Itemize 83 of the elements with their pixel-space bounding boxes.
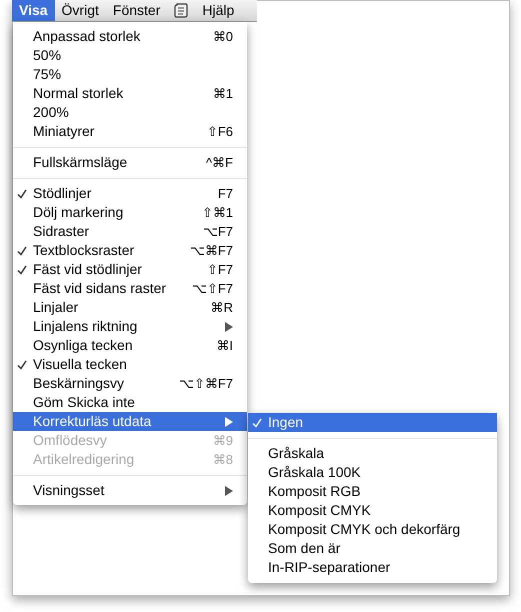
menu-bar-item[interactable]: Fönster — [106, 0, 168, 21]
menu-item[interactable]: Fäst vid sidans raster ⌥⇧F7 — [13, 279, 247, 298]
item-label: Miniatyrer — [33, 122, 94, 141]
shortcut-label: ⌥⌘F7 — [190, 242, 233, 260]
menu-bar-item[interactable]: Visa — [12, 0, 55, 21]
item-label: Gråskala — [268, 444, 324, 463]
item-label: Fäst vid sidans raster — [33, 279, 166, 298]
menu-item[interactable]: Beskärningsvy ⌥⇧⌘F7 — [13, 374, 247, 393]
shortcut-label: ⌘I — [216, 336, 233, 355]
menu-item[interactable]: Fäst vid stödlinjer ⇧F7 — [13, 260, 247, 279]
item-label: Osynliga tecken — [33, 336, 133, 355]
item-label: Artikelredigering — [33, 450, 134, 469]
item-label: Visuella tecken — [33, 355, 127, 374]
item-label: Beskärningsvy — [33, 374, 124, 393]
shortcut-label: ⌥⇧F7 — [192, 280, 233, 298]
item-label: Komposit RGB — [268, 482, 361, 501]
item-label: Som den är — [268, 539, 340, 558]
submenu-arrow-icon — [225, 322, 233, 332]
shortcut-label: ⌥F7 — [202, 222, 233, 241]
item-label: Komposit CMYK och dekorfärg — [268, 520, 460, 539]
shortcut-label: ⌘0 — [212, 28, 233, 46]
shortcut-label: ⌘8 — [212, 450, 233, 469]
item-label: Anpassad storlek — [33, 27, 140, 46]
menu-item[interactable]: In-RIP-separationer — [248, 558, 497, 577]
menu-item[interactable]: Som den är — [248, 539, 497, 558]
item-label: Fäst vid stödlinjer — [33, 260, 142, 279]
menu-item[interactable]: Osynliga tecken ⌘I — [13, 336, 247, 355]
item-label: Linjalens riktning — [33, 317, 138, 336]
scroll-icon — [174, 3, 188, 18]
menu-item[interactable]: Komposit CMYK — [248, 501, 497, 520]
item-label: Göm Skicka inte — [33, 393, 135, 412]
shortcut-label: ^⌘F — [206, 154, 233, 172]
item-label: 50% — [33, 46, 62, 65]
menu-item[interactable]: Korrekturläs utdata — [13, 412, 247, 431]
shortcut-label: ⌘R — [210, 298, 233, 317]
submenu-arrow-icon — [225, 416, 233, 426]
menu-item[interactable]: 50% — [13, 46, 247, 65]
menu-item[interactable]: Miniatyrer ⇧F6 — [13, 122, 247, 141]
menu-item[interactable]: Gråskala 100K — [248, 463, 497, 482]
item-label: 75% — [33, 65, 62, 84]
menu-item[interactable]: Linjaler ⌘R — [13, 298, 247, 317]
menu-item[interactable]: Normal storlek ⌘1 — [13, 84, 247, 103]
shortcut-label: ⌘1 — [212, 84, 233, 103]
item-label: Komposit CMYK — [268, 501, 371, 520]
menu-item[interactable]: Komposit CMYK och dekorfärg — [248, 520, 497, 539]
shortcut-label: ⇧⌘1 — [202, 204, 233, 222]
shortcut-label: ⌥⇧⌘F7 — [178, 374, 233, 393]
menu-item[interactable]: Komposit RGB — [248, 482, 497, 501]
menu-item[interactable]: Dölj markering ⇧⌘1 — [13, 203, 247, 222]
shortcut-label: F7 — [218, 184, 233, 203]
item-label: Sidraster — [33, 222, 90, 241]
item-label: Omflödesvy — [33, 431, 107, 450]
item-label: Ingen — [268, 413, 304, 432]
menu-item[interactable]: Sidraster ⌥F7 — [13, 222, 247, 241]
menu-bar-item[interactable]: Hjälp — [195, 0, 242, 21]
item-label: Stödlinjer — [33, 184, 92, 203]
menu-item[interactable]: Visningsset — [13, 481, 247, 500]
menu-item[interactable]: Stödlinjer F7 — [13, 184, 247, 203]
shortcut-label: ⌘9 — [212, 432, 233, 450]
item-label: Textblocksraster — [33, 241, 134, 260]
menu-item[interactable]: Linjalens riktning — [13, 317, 247, 336]
menu-item[interactable]: Textblocksraster ⌥⌘F7 — [13, 241, 247, 260]
menu-item[interactable]: 75% — [13, 65, 247, 84]
menu-item[interactable]: Visuella tecken — [13, 355, 247, 374]
item-label: Dölj markering — [33, 203, 124, 222]
item-label: In-RIP-separationer — [268, 558, 390, 577]
menu-bar-item[interactable]: Övrigt — [54, 0, 106, 21]
shortcut-label: ⇧F6 — [206, 122, 233, 141]
menu-item[interactable]: Anpassad storlek ⌘0 — [13, 27, 247, 46]
menu-item[interactable]: Ingen — [248, 413, 497, 432]
item-label: Linjaler — [33, 298, 78, 317]
item-label: Gråskala 100K — [268, 463, 361, 482]
menu-item[interactable]: Gråskala — [248, 444, 497, 463]
item-label: Visningsset — [33, 481, 104, 500]
item-label: Fullskärmsläge — [33, 153, 128, 172]
menu-item[interactable]: 200% — [13, 103, 247, 122]
menu-item[interactable]: Göm Skicka inte — [13, 393, 247, 412]
item-label: Normal storlek — [33, 84, 124, 103]
shortcut-label: ⇧F7 — [206, 260, 233, 279]
item-label: Korrekturläs utdata — [33, 412, 152, 431]
item-label: 200% — [33, 103, 69, 122]
menu-item[interactable]: Fullskärmsläge ^⌘F — [13, 153, 247, 172]
submenu-arrow-icon — [225, 486, 233, 496]
